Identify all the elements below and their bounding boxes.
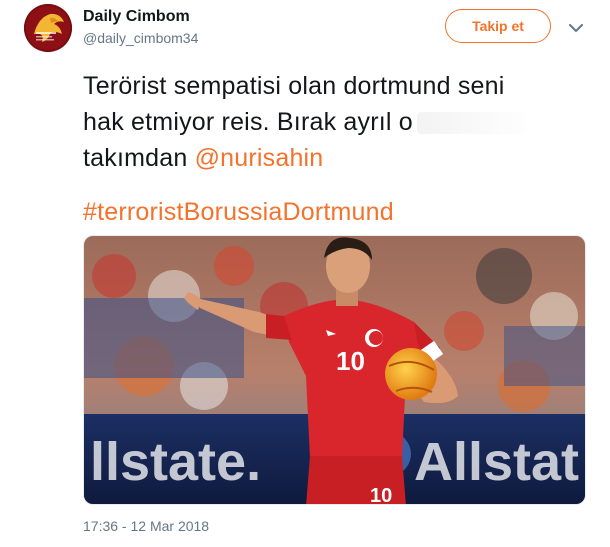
chevron-down-icon[interactable] [566,18,586,38]
shorts-number: 10 [370,485,392,505]
tweet-text-line: takımdan @nurisahin [83,140,583,176]
user-name[interactable]: Daily Cimbom [83,8,190,26]
follow-button[interactable]: Takip et [445,9,551,43]
jersey-number: 10 [336,346,365,376]
redacted-text [416,112,527,135]
tweet-text-fragment: takımdan [83,144,195,172]
tweet-text: Terörist sempatisi olan dortmund seni ha… [83,68,583,230]
user-handle[interactable]: @daily_cimbom34 [83,30,198,46]
avatar[interactable] [24,4,72,52]
tweet-card: Daily Cimbom @daily_cimbom34 Takip et Te… [0,0,610,547]
ad-board-text: Allstat [414,432,579,492]
tweet-timestamp[interactable]: 17:36 - 12 Mar 2018 [83,518,209,534]
ad-board-text: llstate. [90,432,261,492]
tweet-text-line: Terörist sempatisi olan dortmund seni [83,72,505,100]
football-player-photo: llstate. Allstat 10 10 [84,236,585,505]
tweet-text-fragment: hak etmiyor reis. Bırak ayrıl o [83,108,413,136]
mention-link[interactable]: @nurisahin [195,144,324,172]
tweet-photo[interactable]: llstate. Allstat 10 10 [83,235,586,505]
tweet-text-line: hak etmiyor reis. Bırak ayrıl o [83,104,583,140]
hashtag-link[interactable]: #terroristBorussiaDortmund [83,194,583,230]
